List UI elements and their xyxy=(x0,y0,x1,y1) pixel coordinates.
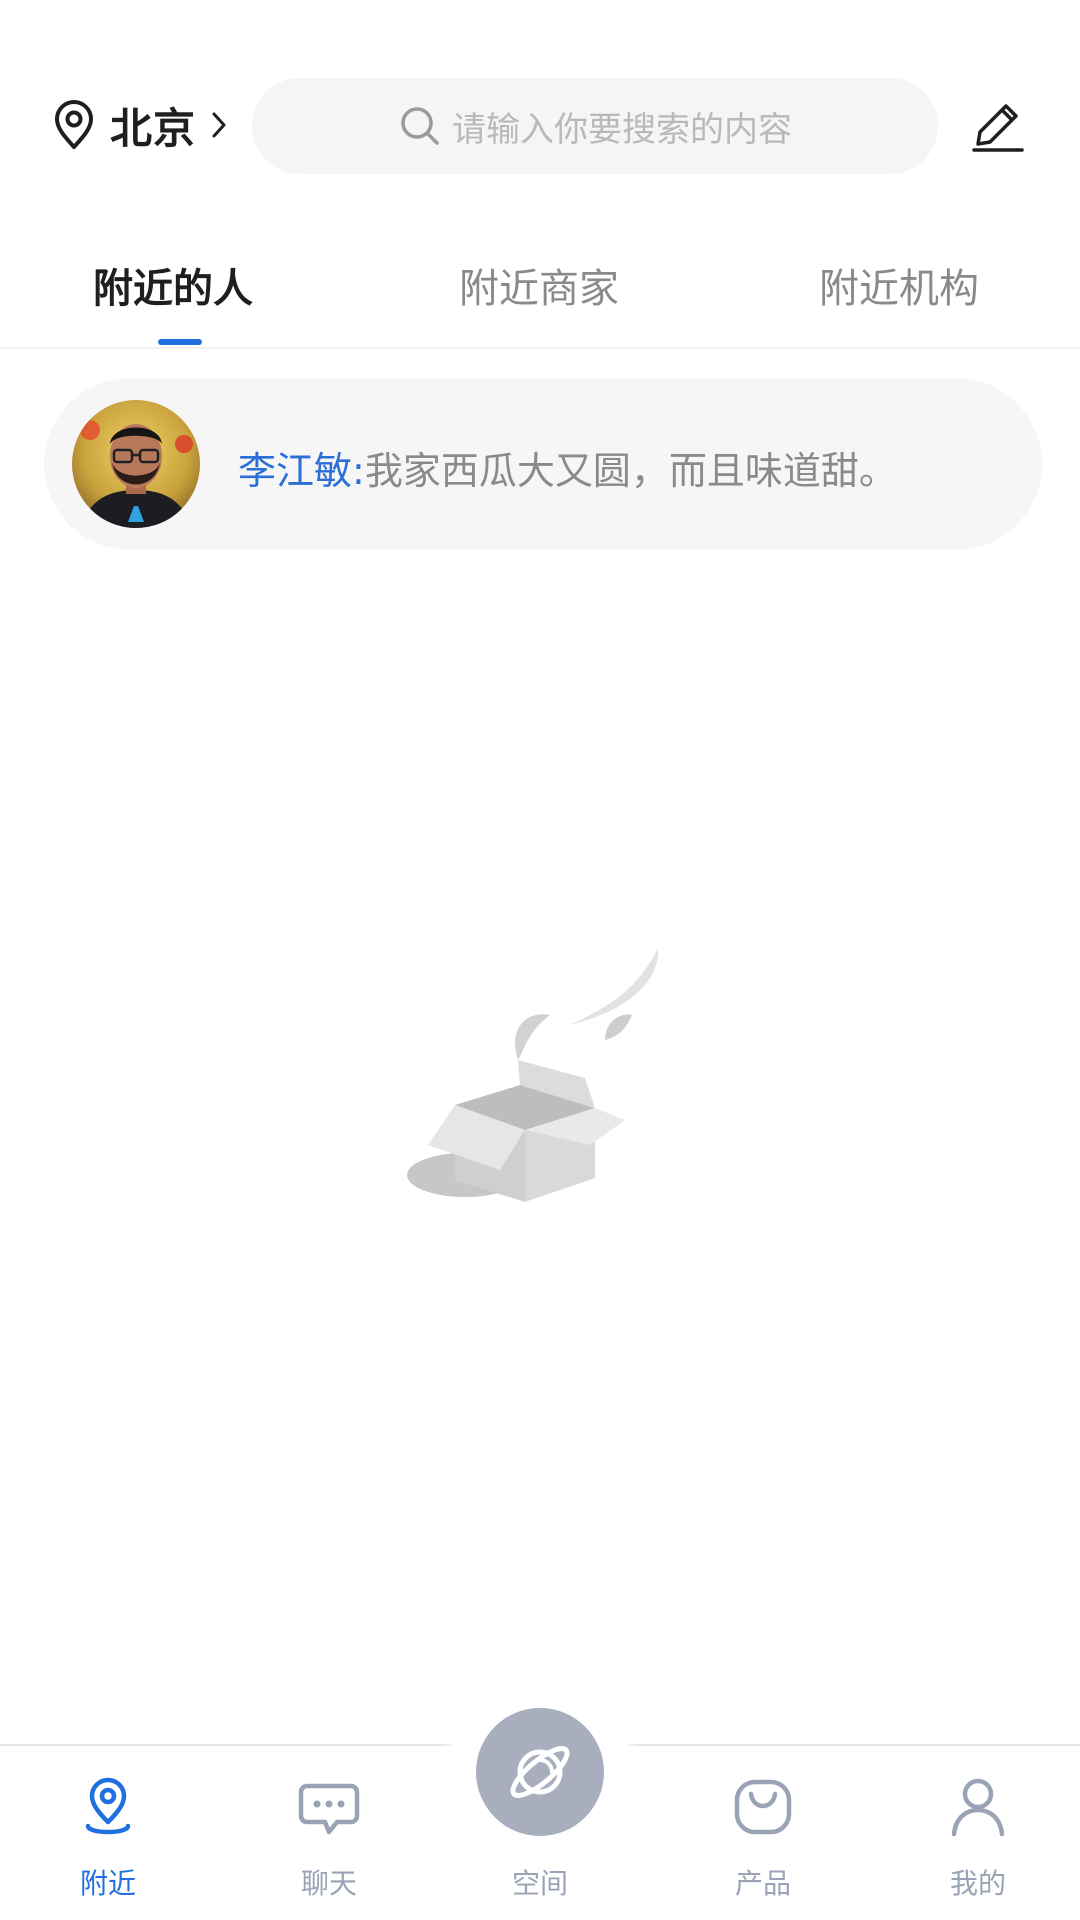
person-icon xyxy=(951,1778,1005,1837)
header: 北京 请输入你要搜索的内容 xyxy=(0,0,1080,200)
map-pin-icon xyxy=(55,100,93,149)
edit-icon[interactable] xyxy=(972,100,1024,152)
location-icon xyxy=(85,1777,131,1835)
location-selector[interactable]: 北京 xyxy=(52,98,228,153)
search-icon xyxy=(401,107,439,145)
nav-item-products[interactable]: 产品 xyxy=(655,1744,871,1920)
planet-icon xyxy=(510,1746,570,1798)
sender-separator: : xyxy=(352,449,365,493)
sender-name: 李江敏 xyxy=(238,449,353,493)
search-input[interactable]: 请输入你要搜索的内容 xyxy=(252,78,938,174)
message-content: 我家西瓜大又圆，而且味道甜。 xyxy=(364,449,897,493)
nav-item-nearby[interactable]: 附近 xyxy=(0,1744,216,1920)
tab-nearby-people[interactable]: 附近的人 xyxy=(93,256,253,314)
tab-nearby-merchants[interactable]: 附近商家 xyxy=(459,256,619,314)
empty-box-illustration xyxy=(407,948,659,1202)
message-text: 李江敏:我家西瓜大又圆，而且味道甜。 xyxy=(238,440,897,495)
avatar[interactable] xyxy=(72,400,200,528)
bag-icon xyxy=(734,1779,792,1835)
search-placeholder: 请输入你要搜索的内容 xyxy=(452,109,792,150)
nav-label-nearby: 附近 xyxy=(79,1867,136,1900)
nav-label-mine: 我的 xyxy=(949,1867,1006,1900)
city-name: 北京 xyxy=(110,103,197,153)
nav-item-mine[interactable]: 我的 xyxy=(870,1744,1080,1920)
active-tab-indicator xyxy=(158,339,202,345)
nav-item-chat[interactable]: 聊天 xyxy=(221,1744,437,1920)
space-button[interactable] xyxy=(476,1708,604,1836)
chevron-right-icon xyxy=(212,112,226,138)
tab-nearby-institutions[interactable]: 附近机构 xyxy=(819,256,979,314)
nav-label-space: 空间 xyxy=(511,1867,568,1900)
nav-label-chat: 聊天 xyxy=(300,1867,357,1900)
message-card[interactable]: 李江敏:我家西瓜大又圆，而且味道甜。 xyxy=(44,378,1042,550)
nav-label-products: 产品 xyxy=(734,1867,791,1900)
chat-icon xyxy=(298,1783,360,1835)
category-tabs: 附近的人 附近商家 附近机构 xyxy=(0,240,1080,349)
